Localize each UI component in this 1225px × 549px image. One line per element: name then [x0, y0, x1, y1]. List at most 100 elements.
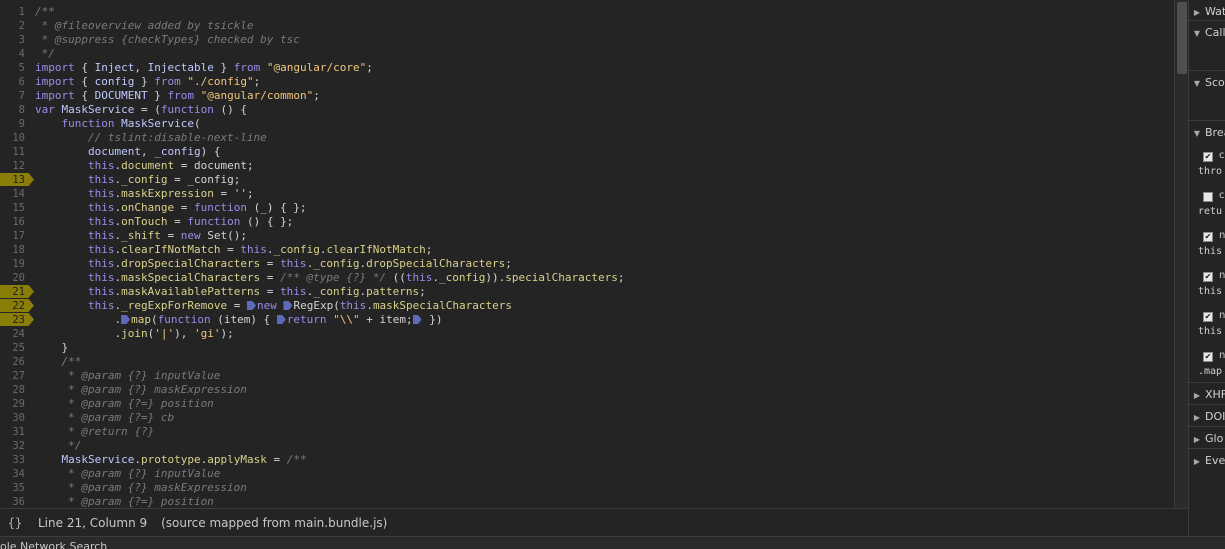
scrollbar-thumb[interactable] [1177, 2, 1187, 74]
line-number[interactable]: 31 [0, 425, 30, 439]
code-line[interactable]: document, _config) { [35, 145, 220, 159]
line-number[interactable]: 20 [0, 271, 30, 285]
sidebar-section-header[interactable]: ▶ DOI [1189, 408, 1225, 426]
code-line[interactable]: * @param {?=} position [35, 495, 214, 508]
line-number[interactable]: 12 [0, 159, 30, 173]
code-line[interactable]: import { Inject, Injectable } from "@ang… [35, 61, 373, 75]
line-number[interactable]: 8 [0, 103, 30, 117]
sidebar-section-header[interactable]: ▶ Eve [1189, 452, 1225, 470]
code-line[interactable]: .join('|'), 'gi'); [35, 327, 233, 341]
triangle-right-icon[interactable]: ▶ [1189, 453, 1205, 471]
code-line[interactable]: var MaskService = (function () { [35, 103, 247, 117]
line-number[interactable]: 18 [0, 243, 30, 257]
breakpoint-item[interactable]: c retu [1189, 190, 1225, 224]
code-line[interactable]: import { DOCUMENT } from "@angular/commo… [35, 89, 320, 103]
breakpoint-checkbox[interactable]: ✔ [1203, 312, 1213, 322]
code-line[interactable]: this.maskAvailablePatterns = this._confi… [35, 285, 426, 299]
breakpoint-line-number[interactable]: 21 [0, 285, 34, 299]
sidebar-section-header[interactable]: ▶ Glo [1189, 430, 1225, 448]
code-line[interactable]: * @param {?} inputValue [35, 467, 220, 481]
line-number[interactable]: 16 [0, 215, 30, 229]
line-number[interactable]: 34 [0, 467, 30, 481]
code-line[interactable]: this.maskExpression = ''; [35, 187, 254, 201]
line-number[interactable]: 1 [0, 5, 30, 19]
line-number-gutter[interactable]: 1 2 3 4 5 6 7 8 9 10 11 12 13 14 15 16 17 18 19 20 21 22 23 24 2… [0, 0, 34, 508]
breakpoint-checkbox[interactable]: ✔ [1203, 232, 1213, 242]
line-number[interactable]: 32 [0, 439, 30, 453]
breakpoint-item[interactable]: ✔ n this [1189, 230, 1225, 264]
breakpoint-item[interactable]: ✔ n .map [1189, 350, 1225, 384]
line-number[interactable]: 14 [0, 187, 30, 201]
breakpoint-line-number[interactable]: 22 [0, 299, 34, 313]
code-line[interactable]: * @param {?=} position [35, 397, 214, 411]
code-line[interactable]: */ [35, 439, 81, 453]
line-number[interactable]: 30 [0, 411, 30, 425]
code-line[interactable]: . map(function (item) { return "\\" + ite… [35, 313, 442, 327]
line-number[interactable]: 26 [0, 355, 30, 369]
code-line[interactable]: // tslint:disable-next-line [35, 131, 267, 145]
line-number[interactable]: 33 [0, 453, 30, 467]
code-line[interactable]: this._shift = new Set(); [35, 229, 247, 243]
inline-breakpoint-icon[interactable] [276, 315, 286, 324]
line-number[interactable]: 27 [0, 369, 30, 383]
code-line[interactable]: * @return {?} [35, 425, 154, 439]
code-line[interactable]: /** [35, 355, 81, 369]
triangle-right-icon[interactable]: ▶ [1189, 409, 1205, 427]
triangle-down-icon[interactable]: ▼ [1189, 25, 1205, 43]
line-number[interactable]: 7 [0, 89, 30, 103]
line-number[interactable]: 15 [0, 201, 30, 215]
line-number[interactable]: 5 [0, 61, 30, 75]
breakpoint-item[interactable]: ✔ c thro [1189, 150, 1225, 184]
editor-vertical-scrollbar[interactable] [1174, 0, 1189, 508]
code-line[interactable]: import { config } from "./config"; [35, 75, 260, 89]
line-number[interactable]: 29 [0, 397, 30, 411]
sidebar-section-header[interactable]: ▼ Sco [1189, 74, 1225, 92]
sidebar-section-header[interactable]: ▶ XHF [1189, 386, 1225, 404]
line-number[interactable]: 28 [0, 383, 30, 397]
breakpoint-line-number[interactable]: 13 [0, 173, 34, 187]
line-number[interactable]: 35 [0, 481, 30, 495]
code-line[interactable]: this.onChange = function (_) { }; [35, 201, 307, 215]
code-line[interactable]: this._regExpForRemove = new RegExp(this.… [35, 299, 512, 313]
code-line[interactable]: function MaskService( [35, 117, 201, 131]
pretty-print-button[interactable]: {} [0, 516, 30, 530]
inline-breakpoint-icon[interactable] [412, 315, 422, 324]
line-number[interactable]: 11 [0, 145, 30, 159]
sidebar-section-header[interactable]: ▼Brea [1189, 124, 1225, 142]
code-line[interactable]: * @param {?} maskExpression [35, 383, 247, 397]
line-number[interactable]: 19 [0, 257, 30, 271]
inline-breakpoint-icon[interactable] [246, 301, 256, 310]
triangle-right-icon[interactable]: ▶ [1189, 387, 1205, 405]
bottom-drawer-tabs[interactable]: ole Network Search [0, 536, 1225, 549]
line-number[interactable]: 17 [0, 229, 30, 243]
triangle-down-icon[interactable]: ▼ [1189, 75, 1205, 93]
triangle-down-icon[interactable]: ▼ [1189, 125, 1205, 143]
code-line[interactable]: * @fileoverview added by tsickle [35, 19, 254, 33]
line-number[interactable]: 2 [0, 19, 30, 33]
code-line[interactable]: this.maskSpecialCharacters = /** @type {… [35, 271, 625, 285]
source-map-note[interactable]: (source mapped from main.bundle.js) [161, 516, 387, 530]
code-editor[interactable]: 1 2 3 4 5 6 7 8 9 10 11 12 13 14 15 16 17 18 19 20 21 22 23 24 2… [0, 0, 1174, 508]
code-line[interactable]: this.clearIfNotMatch = this._config.clea… [35, 243, 432, 257]
code-line[interactable]: this.onTouch = function () { }; [35, 215, 293, 229]
sidebar-section-header[interactable]: ▶ Wat [1189, 3, 1225, 21]
breakpoint-checkbox[interactable] [1203, 192, 1213, 202]
code-line[interactable]: /** [35, 5, 55, 19]
line-number[interactable]: 36 [0, 495, 30, 508]
line-number[interactable]: 3 [0, 33, 30, 47]
inline-breakpoint-icon[interactable] [121, 315, 131, 324]
code-line[interactable]: this.dropSpecialCharacters = this._confi… [35, 257, 512, 271]
line-number[interactable]: 6 [0, 75, 30, 89]
line-number[interactable]: 25 [0, 341, 30, 355]
triangle-right-icon[interactable]: ▶ [1189, 431, 1205, 449]
breakpoint-checkbox[interactable]: ✔ [1203, 272, 1213, 282]
line-number[interactable]: 9 [0, 117, 30, 131]
code-line[interactable]: * @suppress {checkTypes} checked by tsc [35, 33, 300, 47]
breakpoint-line-number[interactable]: 23 [0, 313, 34, 327]
line-number[interactable]: 10 [0, 131, 30, 145]
code-line[interactable]: this.document = document; [35, 159, 254, 173]
code-line[interactable]: * @param {?} inputValue [35, 369, 220, 383]
code-line[interactable]: * @param {?=} cb [35, 411, 174, 425]
line-number[interactable]: 4 [0, 47, 30, 61]
code-line[interactable]: } [35, 341, 68, 355]
